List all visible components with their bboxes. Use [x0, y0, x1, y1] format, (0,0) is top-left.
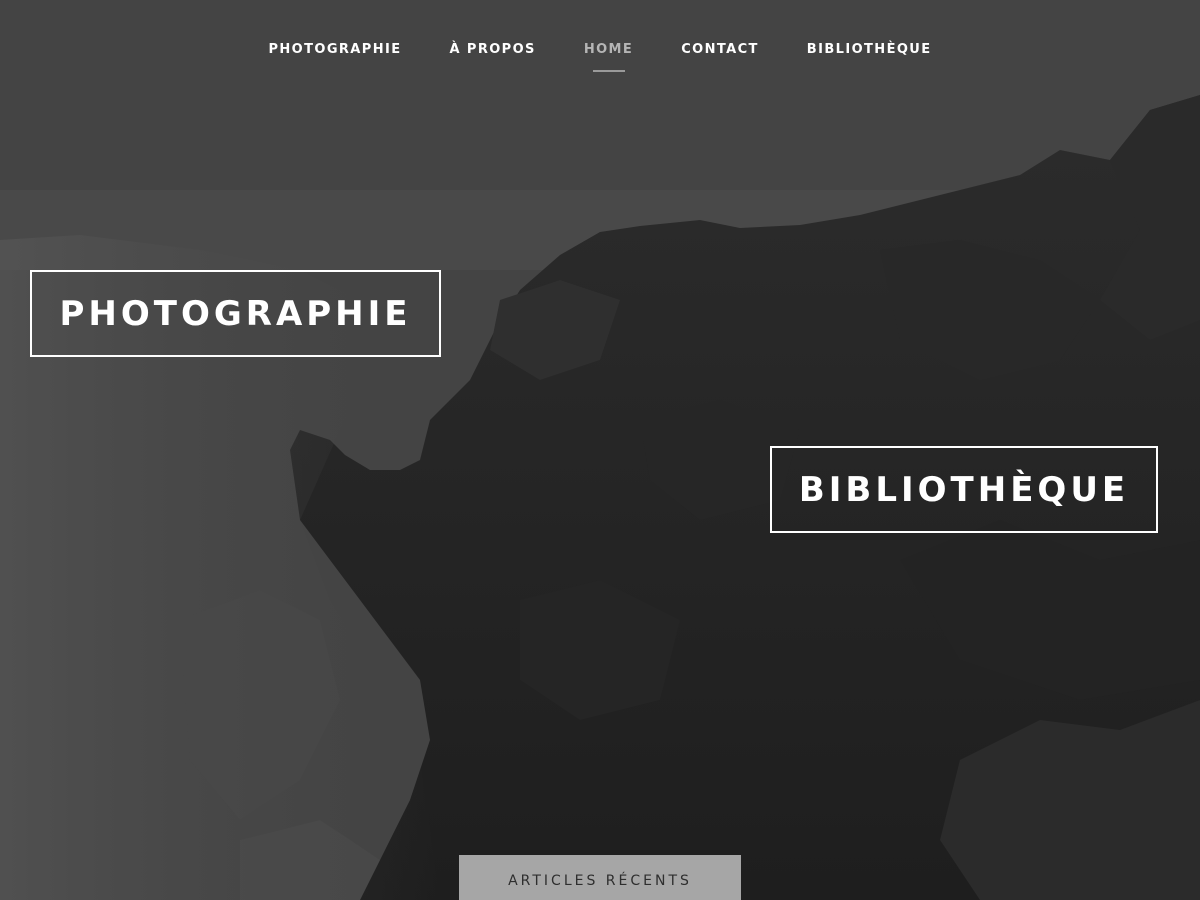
top-navigation: PHOTOGRAPHIE À PROPOS HOME CONTACT BIBLI… — [0, 0, 1200, 90]
nav-item-a-propos[interactable]: À PROPOS — [426, 42, 560, 58]
nav-item-contact[interactable]: CONTACT — [657, 42, 783, 58]
photographie-button[interactable]: PHOTOGRAPHIE — [30, 270, 441, 357]
bibliotheque-button[interactable]: BIBLIOTHÈQUE — [770, 446, 1158, 533]
photographie-button-label: PHOTOGRAPHIE — [59, 293, 412, 334]
nav-item-bibliotheque[interactable]: BIBLIOTHÈQUE — [783, 42, 956, 58]
articles-recents-label: ARTICLES RÉCENTS — [508, 872, 692, 889]
active-nav-indicator — [592, 70, 625, 72]
nav-item-home[interactable]: HOME — [560, 42, 657, 72]
hero-section: PHOTOGRAPHIE À PROPOS HOME CONTACT BIBLI… — [0, 0, 1200, 900]
articles-recents-tab[interactable]: ARTICLES RÉCENTS — [459, 855, 741, 900]
bibliotheque-button-label: BIBLIOTHÈQUE — [798, 469, 1130, 510]
nav-item-home-label: HOME — [583, 42, 634, 57]
nav-item-photographie[interactable]: PHOTOGRAPHIE — [244, 42, 425, 58]
